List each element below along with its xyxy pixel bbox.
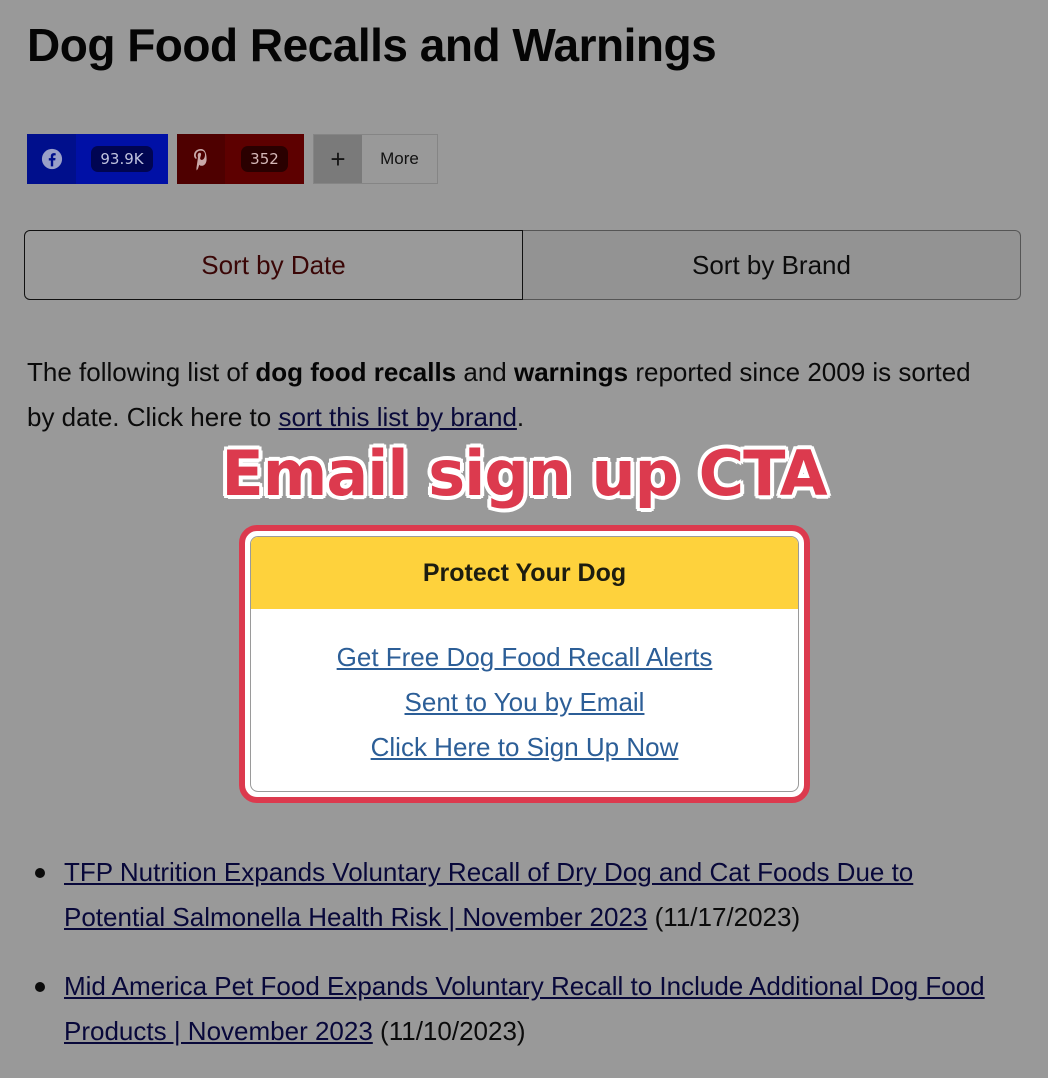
pinterest-share-count: 352 [241,146,288,172]
facebook-share-count: 93.9K [91,146,153,172]
pinterest-icon [177,134,225,184]
intro-bold-recalls: dog food recalls [255,357,457,387]
intro-bold-warnings: warnings [513,357,629,387]
email-signup-cta-highlight: Protect Your Dog Get Free Dog Food Recal… [239,525,810,803]
sort-by-brand-button[interactable]: Sort by Brand [523,230,1021,300]
share-bar: 93.9K 352 + More [27,134,438,184]
more-label: More [362,135,437,183]
cta-body: Get Free Dog Food Recall Alerts Sent to … [251,609,798,770]
recall-list: TFP Nutrition Expands Voluntary Recall o… [27,850,987,1078]
intro-text: The following list of [27,357,256,387]
list-item: TFP Nutrition Expands Voluntary Recall o… [27,850,987,940]
facebook-share-button[interactable]: 93.9K [27,134,168,184]
facebook-icon [27,134,76,184]
bullet-icon [35,868,45,878]
cta-link-sign-up-now[interactable]: Click Here to Sign Up Now [251,725,798,770]
more-share-button[interactable]: + More [313,134,438,184]
recall-date: (11/17/2023) [654,902,801,932]
intro-text: and [456,357,514,387]
annotation-label: Email sign up CTA [221,437,827,510]
bullet-icon [35,982,45,992]
sort-toggle-group: Sort by Date Sort by Brand [24,230,1021,300]
cta-link-free-alerts[interactable]: Get Free Dog Food Recall Alerts [251,635,798,680]
recall-date: (11/10/2023) [380,1016,526,1046]
cta-link-sent-by-email[interactable]: Sent to You by Email [251,680,798,725]
intro-paragraph: The following list of dog food recalls a… [27,350,987,440]
page-title: Dog Food Recalls and Warnings [27,19,717,71]
sort-by-brand-link[interactable]: sort this list by brand [278,402,516,432]
cta-heading: Protect Your Dog [251,537,798,609]
list-item: Mid America Pet Food Expands Voluntary R… [27,964,987,1054]
intro-text: . [516,402,525,432]
plus-icon: + [314,135,362,183]
sort-by-date-button[interactable]: Sort by Date [24,230,523,300]
pinterest-share-button[interactable]: 352 [177,134,304,184]
email-signup-cta-card[interactable]: Protect Your Dog Get Free Dog Food Recal… [250,536,799,792]
